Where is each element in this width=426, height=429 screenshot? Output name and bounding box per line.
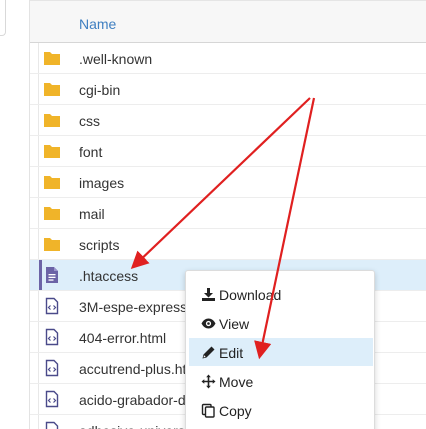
file-name: .htaccess xyxy=(79,268,139,284)
file-name: css xyxy=(79,113,100,129)
file-name: images xyxy=(79,175,125,191)
menu-item-copy[interactable]: Copy xyxy=(189,396,373,424)
file-name: adhesivo-universa xyxy=(79,423,193,429)
table-row[interactable]: scripts xyxy=(30,229,426,260)
menu-item-move[interactable]: Move xyxy=(189,367,373,395)
download-icon xyxy=(202,288,215,301)
table-row[interactable]: images xyxy=(30,167,426,198)
folder-icon xyxy=(44,176,60,189)
text-file-icon xyxy=(46,267,58,283)
code-file-icon xyxy=(45,390,59,408)
table-row[interactable]: .well-known xyxy=(30,43,426,74)
folder-icon xyxy=(44,145,60,158)
table-row[interactable]: mail xyxy=(30,198,426,229)
file-name: .well-known xyxy=(79,51,153,67)
folder-icon xyxy=(44,83,60,96)
menu-item-label: Edit xyxy=(219,345,244,361)
folder-icon xyxy=(44,114,60,127)
file-name: font xyxy=(79,144,103,160)
code-file-icon xyxy=(45,359,59,377)
table-row[interactable]: css xyxy=(30,105,426,136)
code-file-icon xyxy=(45,421,59,429)
table-row[interactable]: font xyxy=(30,136,426,167)
file-name: acido-grabador-d xyxy=(79,392,186,408)
file-name: 3M-espe-express xyxy=(79,299,188,315)
pencil-icon xyxy=(202,346,215,359)
folder-icon xyxy=(44,207,60,220)
menu-item-download[interactable]: Download xyxy=(189,280,373,308)
menu-item-label: Copy xyxy=(219,403,252,419)
eye-icon xyxy=(201,318,216,329)
left-panel-edge xyxy=(0,0,6,36)
name-column-header[interactable]: Name xyxy=(79,16,116,32)
code-file-icon xyxy=(45,297,59,315)
menu-item-label: Move xyxy=(219,374,254,390)
menu-item-edit[interactable]: Edit xyxy=(189,338,373,366)
file-name: 404-error.html xyxy=(79,330,167,346)
selection-marker xyxy=(39,260,42,290)
menu-item-view[interactable]: View xyxy=(189,309,373,337)
file-name: mail xyxy=(79,206,105,222)
move-icon xyxy=(201,374,216,389)
menu-item-label: Download xyxy=(219,287,282,303)
code-file-icon xyxy=(45,328,59,346)
copy-icon xyxy=(201,403,215,418)
menu-item-label: View xyxy=(219,316,250,332)
folder-icon xyxy=(44,52,60,65)
file-name: scripts xyxy=(79,237,120,253)
table-header: Name xyxy=(30,0,426,43)
context-menu: Download View Edit Move Copy xyxy=(185,270,375,429)
folder-icon xyxy=(44,238,60,251)
file-name: cgi-bin xyxy=(79,82,121,98)
file-name: accutrend-plus.ht xyxy=(79,361,187,377)
table-row[interactable]: cgi-bin xyxy=(30,74,426,105)
